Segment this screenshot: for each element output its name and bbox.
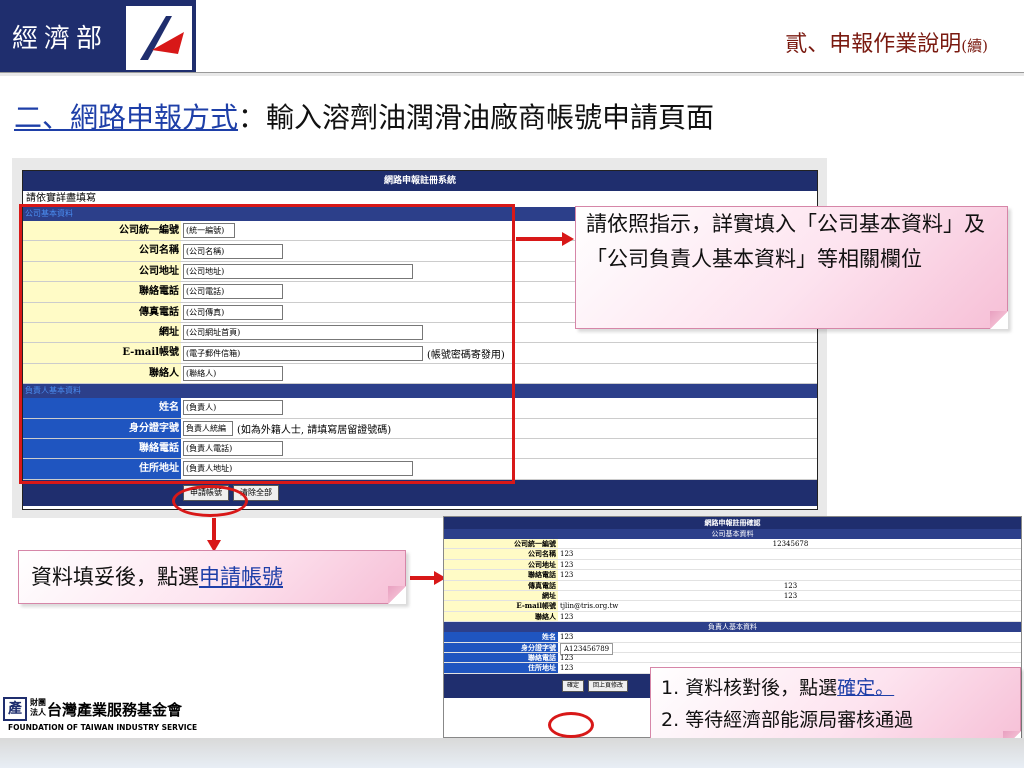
arrow-to-confirm bbox=[410, 571, 446, 585]
confirm-row: 網址 123 bbox=[444, 590, 1021, 602]
confirm-row: 身分證字號 A123456789 bbox=[444, 642, 1021, 655]
confirm-row: 傳真電話 123 bbox=[444, 580, 1021, 591]
page-title-link[interactable]: 二、網路申報方式 bbox=[14, 101, 238, 134]
confirm-row: 聯絡電話 123 bbox=[444, 652, 1021, 664]
org-english-name: FOUNDATION OF TAIWAN INDUSTRY SERVICE bbox=[8, 723, 198, 732]
confirm-label: 姓名 bbox=[444, 632, 558, 642]
confirm-label: 公司統一編號 bbox=[444, 539, 558, 549]
confirm-label: 公司名稱 bbox=[444, 549, 558, 559]
bottom-decoration bbox=[0, 738, 1024, 768]
form-title: 網路申報註冊系統 bbox=[23, 171, 817, 191]
confirm-label: 聯絡人 bbox=[444, 611, 558, 622]
ministry-name: 經濟部 bbox=[12, 24, 109, 54]
confirm-label: 公司地址 bbox=[444, 559, 558, 570]
confirm-title: 網路申報註冊確認 bbox=[444, 517, 1021, 529]
section-title: 貳、申報作業說明(續) bbox=[785, 32, 988, 57]
confirm-button[interactable]: 確定 bbox=[562, 679, 585, 692]
ministry-logo-icon bbox=[126, 6, 192, 70]
confirm-value-cell: 123 bbox=[558, 560, 1021, 569]
page-title: 二、網路申報方式：輸入溶劑油潤滑油廠商帳號申請頁面 bbox=[14, 101, 715, 134]
ministry-banner: 經濟部 bbox=[0, 0, 196, 76]
confirm-value: 123 bbox=[560, 633, 574, 642]
confirm-label: 聯絡電話 bbox=[444, 570, 558, 580]
confirm-value: 123 bbox=[560, 612, 574, 621]
confirm-row: 姓名 123 bbox=[444, 632, 1021, 643]
confirm-value-cell: 123 bbox=[558, 612, 1021, 621]
confirm-value: 123 bbox=[560, 560, 574, 569]
confirm-company-section: 公司基本資料 bbox=[444, 529, 1021, 539]
confirm-value: 123 bbox=[560, 653, 574, 662]
confirm-button-highlight-ring bbox=[548, 712, 594, 738]
apply-instruction-callout: 資料填妥後，點選申請帳號 bbox=[18, 550, 406, 604]
org-emblem-icon: 產 bbox=[3, 697, 27, 721]
fill-instruction-callout: 請依照指示，詳實填入「公司基本資料」及「公司負責人基本資料」等相關欄位 bbox=[575, 206, 1008, 329]
confirm-row: 公司統一編號 12345678 bbox=[444, 539, 1021, 550]
callout-fold bbox=[990, 311, 1008, 329]
header-divider bbox=[0, 72, 1024, 76]
slide-header: 經濟部 貳、申報作業說明(續) bbox=[0, 0, 1024, 76]
apply-button-highlight-ring bbox=[172, 485, 248, 517]
confirm-value-cell: A123456789 bbox=[558, 642, 1021, 655]
confirm-value-cell: 123 bbox=[558, 591, 1021, 600]
fill-instruction-text: 請依照指示，詳實填入「公司基本資料」及「公司負責人基本資料」等相關欄位 bbox=[586, 212, 985, 271]
confirm-instruction-callout: 1. 資料核對後，點選確定。 2. 等待經濟部能源局審核通過 bbox=[650, 667, 1021, 749]
confirm-value: tjlin@tris.org.tw bbox=[560, 602, 619, 611]
confirm-step-1: 1. 資料核對後，點選確定。 bbox=[661, 677, 895, 699]
confirm-value-cell: tjlin@tris.org.tw bbox=[558, 601, 1021, 610]
confirm-label: 傳真電話 bbox=[444, 580, 558, 590]
arrow-to-top-callout bbox=[516, 232, 574, 246]
apply-account-link[interactable]: 申請帳號 bbox=[199, 565, 283, 589]
confirm-value: 123 bbox=[560, 550, 574, 559]
confirm-label: 身分證字號 bbox=[444, 642, 558, 652]
apply-instruction-text: 資料填妥後，點選申請帳號 bbox=[31, 565, 283, 589]
back-edit-button[interactable]: 回上頁修改 bbox=[588, 679, 629, 692]
confirm-value: 123 bbox=[560, 571, 574, 580]
arrow-down-from-apply bbox=[207, 518, 221, 552]
confirm-value: 123 bbox=[783, 581, 798, 590]
confirm-label: 網址 bbox=[444, 590, 558, 601]
confirm-company-rows: 公司統一編號 12345678 公司名稱 123 公司地址 123 聯絡電話 123 傳真電話 1… bbox=[444, 539, 1021, 623]
confirm-value-cell: 123 bbox=[558, 632, 1021, 641]
confirm-owner-section: 負責人基本資料 bbox=[444, 622, 1021, 633]
confirm-value-cell: 123 bbox=[558, 581, 1021, 590]
confirm-link[interactable]: 確定。 bbox=[837, 677, 894, 699]
callout-fold bbox=[388, 586, 406, 604]
org-type: 財團 法人 bbox=[30, 698, 46, 717]
confirm-value: 123 bbox=[783, 591, 798, 600]
confirm-value: 12345678 bbox=[772, 540, 809, 548]
confirm-row: E-mail帳號 tjlin@tris.org.tw bbox=[444, 601, 1021, 612]
confirm-value-cell: 12345678 bbox=[558, 539, 1021, 548]
confirm-label: E-mail帳號 bbox=[444, 601, 558, 611]
confirm-row: 聯絡人 123 bbox=[444, 611, 1021, 623]
org-name: 台灣產業服務基金會 bbox=[47, 701, 183, 719]
confirm-label: 聯絡電話 bbox=[444, 652, 558, 663]
organization-logo: 產 財團 法人 台灣產業服務基金會 FOUNDATION OF TAIWAN IN… bbox=[3, 697, 197, 737]
confirm-value: 123 bbox=[560, 664, 574, 673]
highlight-box bbox=[19, 204, 515, 484]
confirm-value-cell: 123 bbox=[558, 653, 1021, 662]
confirm-row: 公司地址 123 bbox=[444, 559, 1021, 571]
confirm-label: 住所地址 bbox=[444, 663, 558, 673]
confirm-step-2: 2. 等待經濟部能源局審核通過 bbox=[661, 709, 914, 731]
confirm-row: 聯絡電話 123 bbox=[444, 570, 1021, 581]
confirm-value-cell: 123 bbox=[558, 570, 1021, 579]
confirm-value-cell: 123 bbox=[558, 549, 1021, 558]
confirm-row: 公司名稱 123 bbox=[444, 549, 1021, 560]
